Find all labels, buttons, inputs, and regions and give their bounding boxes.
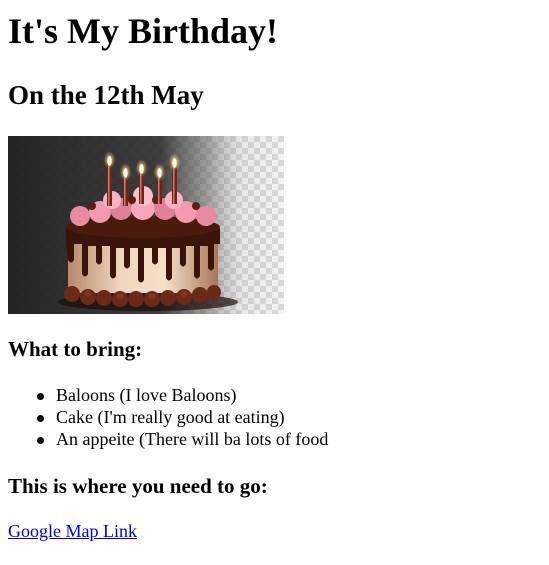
list-item: Cake (I'm really good at eating) bbox=[37, 406, 328, 428]
page-title: It's My Birthday! bbox=[8, 11, 278, 51]
bullet-icon bbox=[37, 415, 44, 422]
page: It's My Birthday! On the 12th May What t… bbox=[0, 0, 549, 565]
bring-list: Baloons (I love Baloons) Cake (I'm reall… bbox=[0, 384, 328, 450]
list-item: Baloons (I love Baloons) bbox=[37, 384, 328, 406]
list-item-label: Cake (I'm really good at eating) bbox=[56, 407, 285, 427]
birthday-cake-image bbox=[8, 136, 284, 314]
google-map-link[interactable]: Google Map Link bbox=[8, 520, 137, 542]
bullet-icon bbox=[37, 437, 44, 444]
bullet-icon bbox=[37, 393, 44, 400]
location-heading: This is where you need to go: bbox=[8, 474, 268, 498]
what-to-bring-heading: What to bring: bbox=[8, 337, 143, 361]
list-item-label: Baloons (I love Baloons) bbox=[56, 385, 237, 405]
list-item-label: An appeite (There will ba lots of food bbox=[56, 429, 329, 449]
list-item: An appeite (There will ba lots of food bbox=[37, 428, 329, 450]
birthday-date: On the 12th May bbox=[8, 80, 204, 110]
